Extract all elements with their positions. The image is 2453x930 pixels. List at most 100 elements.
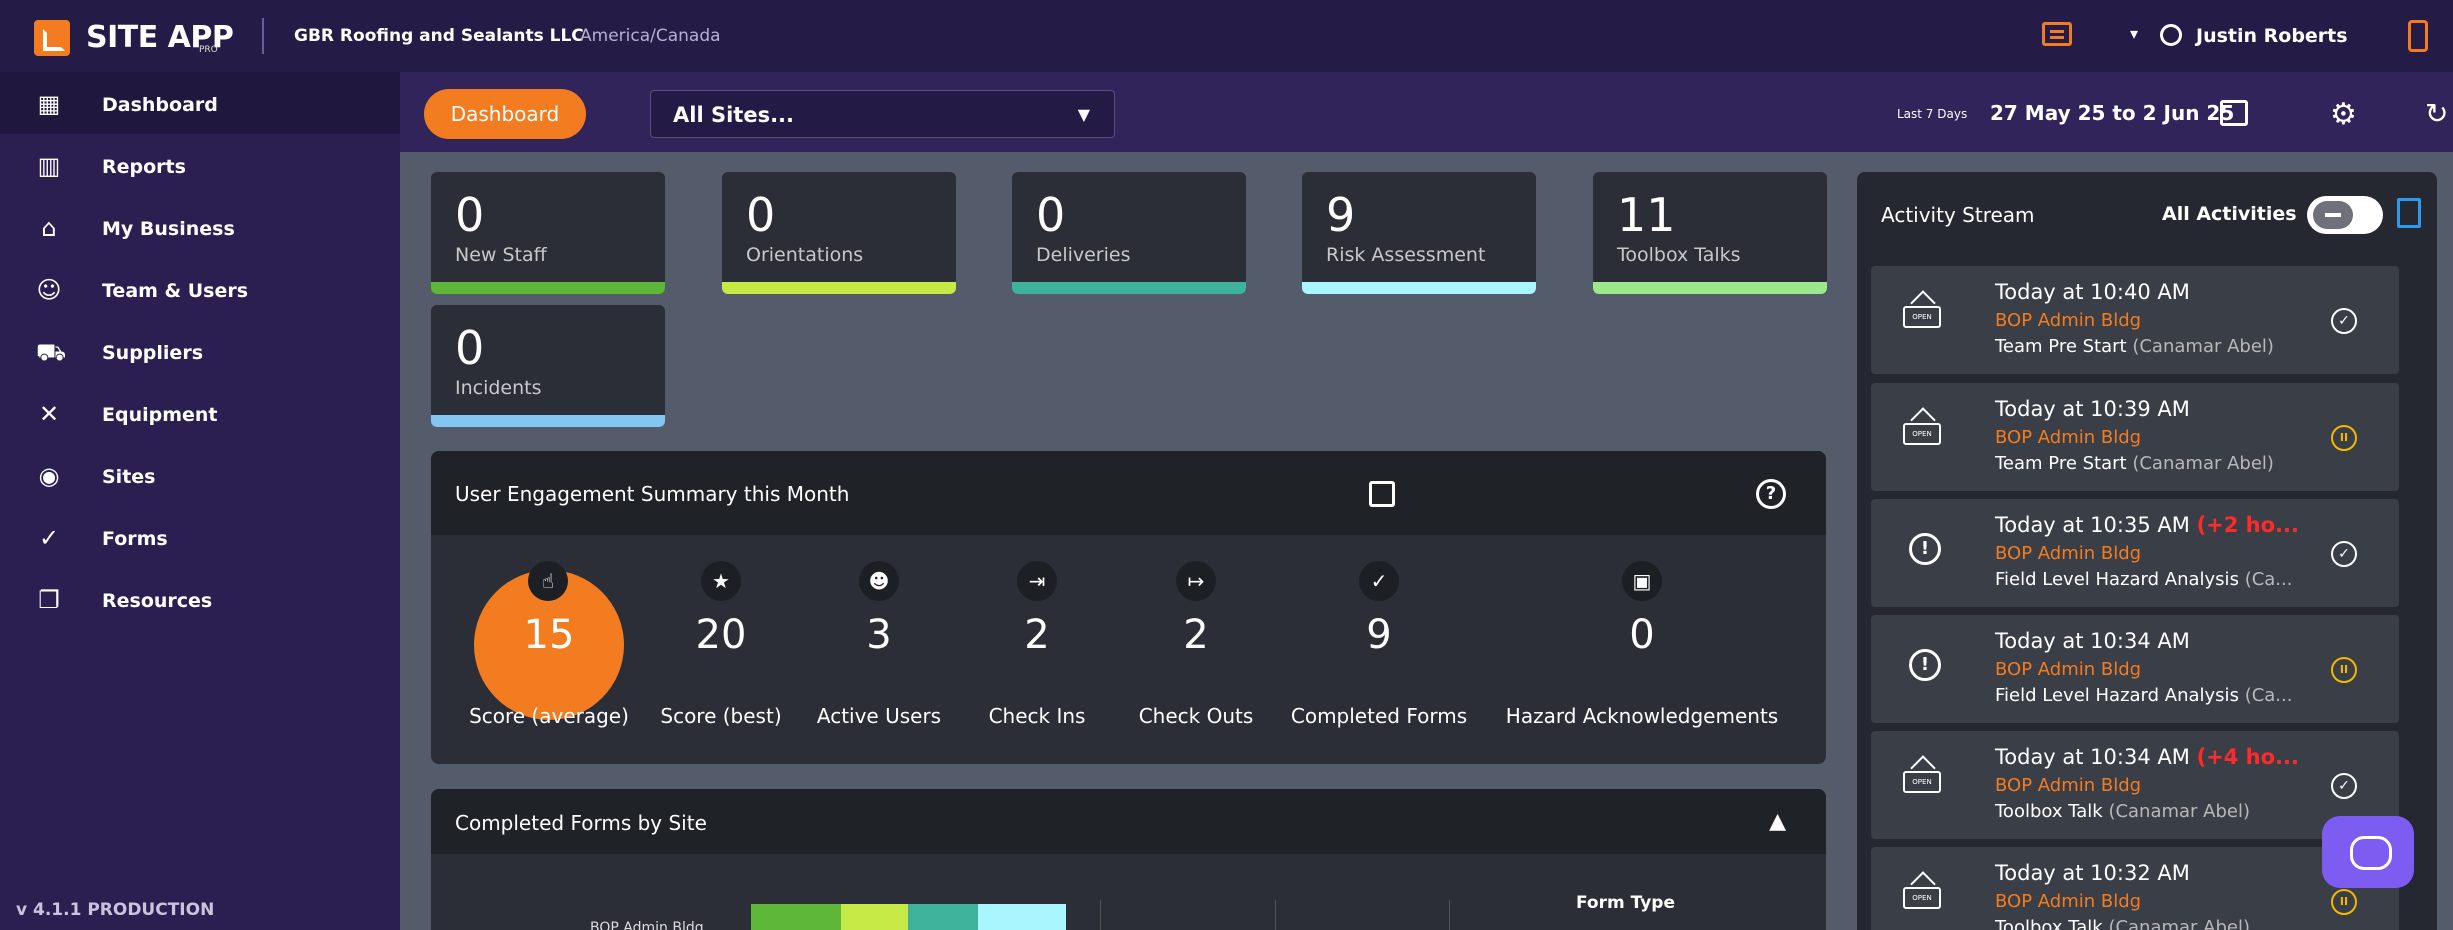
activity-item[interactable]: OPEN Today at 10:39 AM BOP Admin Bldg Te…: [1871, 383, 2399, 491]
sidebar-item-equipment[interactable]: ✕ Equipment: [0, 382, 400, 444]
completed-forms-title: Completed Forms by Site: [455, 811, 707, 835]
metric-label: Completed Forms: [1290, 704, 1468, 728]
sidebar-item-label: Resources: [102, 590, 213, 612]
open-sign-icon: OPEN: [1903, 306, 1941, 328]
sidebar-item-my-business[interactable]: ⌂ My Business: [0, 196, 400, 258]
stat-value: 0: [1036, 188, 1066, 242]
stat-label: Orientations: [746, 244, 864, 266]
stat-card-risk-assessment[interactable]: 9 Risk Assessment: [1302, 172, 1536, 294]
engagement-title: User Engagement Summary this Month: [455, 482, 850, 506]
activity-form: Field Level Hazard Analysis (Ca...: [1995, 685, 2293, 706]
chart-bar-segment[interactable]: [751, 904, 841, 930]
store-icon: ⌂: [41, 214, 57, 242]
open-sign-icon: OPEN: [1903, 887, 1941, 909]
stat-color-bar: [431, 282, 665, 294]
user-menu-caret-icon[interactable]: ▾: [2130, 24, 2138, 43]
metric-label: Hazard Acknowledgements: [1505, 704, 1779, 728]
metric-value: 3: [866, 612, 892, 658]
all-activities-toggle[interactable]: [2307, 196, 2383, 234]
metric-value: 2: [1024, 612, 1050, 658]
activity-item[interactable]: ! Today at 10:35 AM (+2 ho... BOP Admin …: [1871, 499, 2399, 607]
external-link-icon[interactable]: [1369, 481, 1395, 507]
sidebar-item-reports[interactable]: ▥ Reports: [0, 134, 400, 196]
chart-bar-segment[interactable]: [978, 904, 1066, 930]
gear-icon[interactable]: ⚙: [2330, 97, 2357, 132]
messages-icon[interactable]: [2042, 22, 2072, 46]
open-sign-icon: OPEN: [1903, 423, 1941, 445]
stat-card-toolbox-talks[interactable]: 11 Toolbox Talks: [1593, 172, 1827, 294]
stat-card-new-staff[interactable]: 0 New Staff: [431, 172, 665, 294]
chevron-down-icon: ▼: [1077, 105, 1090, 124]
activity-item[interactable]: OPEN Today at 10:34 AM (+4 ho... BOP Adm…: [1871, 731, 2399, 839]
document-icon[interactable]: [2397, 198, 2421, 228]
stat-card-orientations[interactable]: 0 Orientations: [722, 172, 956, 294]
completed-check-icon: ✓: [2331, 541, 2357, 567]
help-icon[interactable]: ?: [1756, 479, 1786, 509]
site-select[interactable]: All Sites... ▼: [650, 90, 1115, 138]
truck-icon: ⛟: [36, 338, 67, 366]
sidebar-item-label: Team & Users: [102, 280, 249, 302]
activity-form: Team Pre Start (Canamar Abel): [1995, 336, 2274, 357]
stat-color-bar: [1012, 282, 1246, 294]
sidebar-item-sites[interactable]: ◉ Sites: [0, 444, 400, 506]
date-range-label: Last 7 Days: [1897, 107, 1968, 121]
sidebar-item-suppliers[interactable]: ⛟ Suppliers: [0, 320, 400, 382]
sidebar-item-label: Reports: [102, 156, 186, 178]
activity-form: Team Pre Start (Canamar Abel): [1995, 453, 2274, 474]
company-name: GBR Roofing and Sealants LLC: [294, 26, 584, 46]
site-app-logo-icon: [34, 20, 70, 56]
stat-value: 9: [1326, 188, 1356, 242]
user-avatar-icon[interactable]: [2160, 24, 2182, 46]
company-region: America/Canada: [580, 26, 721, 46]
refresh-icon[interactable]: ↻: [2425, 97, 2448, 130]
mobile-device-icon[interactable]: [2408, 20, 2428, 52]
user-name[interactable]: Justin Roberts: [2196, 25, 2348, 47]
stat-color-bar: [1302, 282, 1536, 294]
completed-forms-header: Completed Forms by Site ▲: [431, 789, 1826, 854]
chart-gridline: [1100, 900, 1101, 930]
stat-color-bar: [431, 415, 665, 427]
date-range-text[interactable]: 27 May 25 to 2 Jun 25: [1990, 101, 2234, 125]
stat-label: Risk Assessment: [1326, 244, 1486, 266]
sidebar-item-label: Sites: [102, 466, 156, 488]
activity-title: Activity Stream: [1881, 203, 2035, 227]
dashboard-button[interactable]: Dashboard: [424, 89, 586, 139]
site-select-value: All Sites...: [673, 103, 794, 127]
activity-item[interactable]: OPEN Today at 10:40 AM BOP Admin Bldg Te…: [1871, 266, 2399, 374]
activity-site: BOP Admin Bldg: [1995, 543, 2142, 564]
tools-icon: ✕: [38, 400, 60, 428]
sidebar-item-team-users[interactable]: ☺ Team & Users: [0, 258, 400, 320]
pending-pause-icon: II: [2331, 425, 2357, 451]
chevron-up-icon[interactable]: ▲: [1769, 809, 1786, 834]
completed-check-icon: ✓: [2331, 308, 2357, 334]
stat-value: 0: [455, 321, 485, 375]
stat-card-deliveries[interactable]: 0 Deliveries: [1012, 172, 1246, 294]
stat-color-bar: [1593, 282, 1827, 294]
activity-form: Toolbox Talk (Canamar Abel): [1995, 917, 2251, 930]
activity-time: Today at 10:39 AM: [1995, 397, 2190, 421]
sidebar-item-dashboard[interactable]: ▦ Dashboard: [0, 72, 400, 134]
stat-value: 0: [746, 188, 776, 242]
metric-value: 2: [1183, 612, 1209, 658]
activity-item[interactable]: ! Today at 10:34 AM BOP Admin Bldg Field…: [1871, 615, 2399, 723]
metric-value: 9: [1366, 612, 1392, 658]
chart-site-label: BOP Admin Bldg: [590, 920, 704, 930]
brand-sub: PRO: [199, 45, 218, 55]
chart-bar-segment[interactable]: [908, 904, 978, 930]
calendar-icon[interactable]: [2220, 100, 2248, 126]
metric-label: Score (average): [469, 704, 629, 728]
check-circle-icon: ✓: [38, 524, 60, 552]
activity-form: Toolbox Talk (Canamar Abel): [1995, 801, 2251, 822]
activity-item[interactable]: OPEN Today at 10:32 AM BOP Admin Bldg To…: [1871, 847, 2399, 930]
sidebar-item-forms[interactable]: ✓ Forms: [0, 506, 400, 568]
sidebar-item-label: My Business: [102, 218, 235, 240]
activity-form: Field Level Hazard Analysis (Ca...: [1995, 569, 2293, 590]
sidebar-item-resources[interactable]: ❐ Resources: [0, 568, 400, 630]
metric-label: Check Ins: [988, 704, 1086, 728]
header-divider: [262, 18, 264, 54]
chat-support-button[interactable]: [2322, 816, 2414, 888]
sidebar: ▦ Dashboard ▥ Reports ⌂ My Business ☺ Te…: [0, 72, 400, 930]
chart-bar-segment[interactable]: [841, 904, 908, 930]
stat-card-incidents[interactable]: 0 Incidents: [431, 305, 665, 427]
metric-value: 15: [523, 612, 575, 658]
